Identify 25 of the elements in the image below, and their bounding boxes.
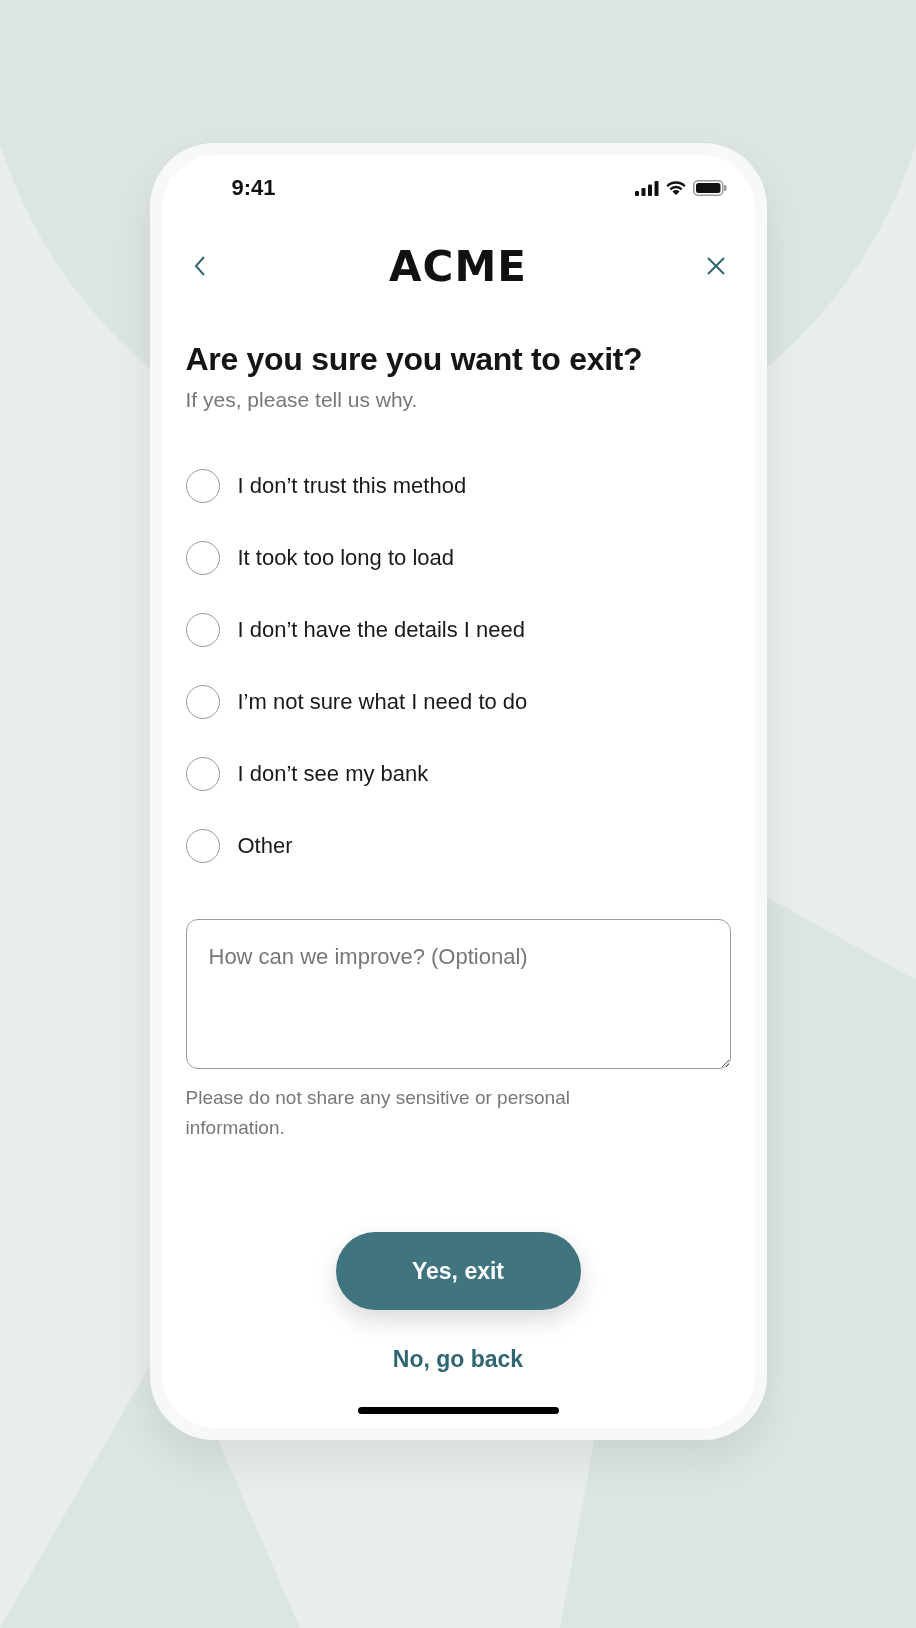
- subtitle: If yes, please tell us why.: [185, 388, 419, 412]
- close-icon: [706, 256, 727, 276]
- dialog-title: Are you sure you want to exit?: [185, 341, 644, 378]
- radio-button[interactable]: [185, 685, 220, 719]
- option-label: I don’t see my bank: [237, 761, 429, 787]
- option-label: Other: [237, 833, 293, 859]
- radio-button[interactable]: [185, 541, 220, 575]
- privacy-note: Please do not share any sensitive or personal information.: [185, 1086, 571, 1140]
- feedback-field[interactable]: How can we improve? (Optional): [185, 919, 731, 1069]
- logo: ACME: [389, 241, 527, 291]
- signal-icon: [634, 180, 659, 196]
- option-label: I’m not sure what I need to do: [237, 689, 528, 715]
- option-label: I don’t have the details I need: [237, 617, 525, 643]
- radio-button[interactable]: [185, 757, 220, 791]
- option-label: It took too long to load: [237, 545, 454, 571]
- chevron-left-icon: [193, 255, 206, 277]
- go-back-link[interactable]: No, go back: [392, 1346, 524, 1373]
- radio-button[interactable]: [185, 613, 220, 647]
- radio-button[interactable]: [185, 829, 220, 863]
- battery-icon: [692, 180, 727, 196]
- status-time: 9:41: [231, 175, 276, 201]
- exit-button[interactable]: Yes, exit: [335, 1232, 581, 1310]
- wifi-icon: [664, 180, 687, 196]
- radio-button[interactable]: [185, 469, 220, 503]
- option-label: I don’t trust this method: [237, 473, 467, 499]
